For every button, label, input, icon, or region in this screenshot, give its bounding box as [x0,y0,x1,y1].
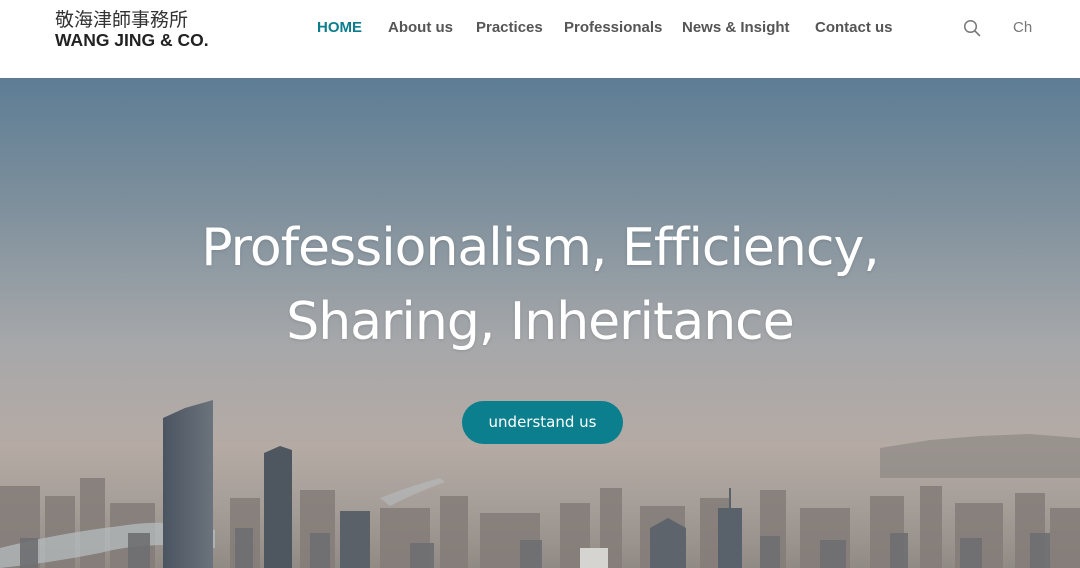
hero-headline-line2: Sharing, Inheritance [286,292,795,352]
site-header: 敬海津師事務所 WANG JING & CO. HOME About us Pr… [0,0,1080,78]
hero-headline-line1: Professionalism, Efficiency, [201,218,880,278]
logo[interactable]: 敬海津師事務所 WANG JING & CO. [55,9,255,49]
logo-english-name: WANG JING & CO. [55,30,209,50]
nav-home[interactable]: HOME [317,19,362,36]
nav-contact-us[interactable]: Contact us [815,19,893,36]
language-switch[interactable]: Ch [1013,19,1032,36]
nav-about-us[interactable]: About us [388,19,453,36]
logo-chinese-name: 敬海津師事務所 [55,9,189,31]
nav-practices[interactable]: Practices [476,19,543,36]
search-icon[interactable] [963,19,981,37]
nav-news-insight[interactable]: News & Insight [682,19,790,36]
hero-headline: Professionalism, Efficiency, Sharing, In… [0,211,1080,359]
hero-banner: Professionalism, Efficiency, Sharing, In… [0,78,1080,568]
nav-professionals[interactable]: Professionals [564,19,662,36]
understand-us-button[interactable]: understand us [462,401,623,444]
